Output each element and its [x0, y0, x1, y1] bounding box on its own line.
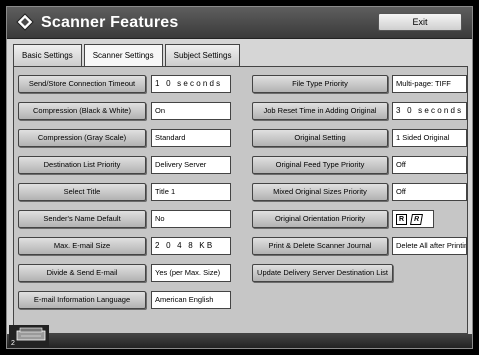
- send-store-timeout-button[interactable]: Send/Store Connection Timeout: [18, 75, 146, 93]
- orientation-r-icon: R: [396, 214, 407, 225]
- setting-row: Sender's Name Default No: [18, 210, 239, 228]
- original-setting-button[interactable]: Original Setting: [252, 129, 388, 147]
- setting-row: Original Setting 1 Sided Original: [252, 129, 467, 147]
- setting-row: Original Orientation Priority R R: [252, 210, 467, 228]
- email-info-language-value: American English: [151, 291, 231, 309]
- original-feed-type-priority-value: Off: [392, 156, 467, 174]
- compression-gray-button[interactable]: Compression (Gray Scale): [18, 129, 146, 147]
- setting-row: Send/Store Connection Timeout 1 0 second…: [18, 75, 239, 93]
- tab-subject-settings[interactable]: Subject Settings: [164, 44, 241, 66]
- divide-send-email-button[interactable]: Divide & Send E-mail: [18, 264, 146, 282]
- print-delete-scanner-journal-value: Delete All after Printing: [392, 237, 467, 255]
- destination-list-priority-value: Delivery Server: [151, 156, 231, 174]
- print-delete-scanner-journal-button[interactable]: Print & Delete Scanner Journal: [252, 237, 388, 255]
- status-bar: [7, 334, 472, 348]
- machine-icon: 2: [9, 325, 49, 347]
- mixed-original-sizes-priority-button[interactable]: Mixed Original Sizes Priority: [252, 183, 388, 201]
- page-title: Scanner Features: [41, 14, 179, 31]
- orientation-r-rotated-icon: R: [410, 214, 423, 225]
- email-info-language-button[interactable]: E-mail Information Language: [18, 291, 146, 309]
- select-title-button[interactable]: Select Title: [18, 183, 146, 201]
- setting-row: E-mail Information Language American Eng…: [18, 291, 239, 309]
- screen: Scanner Features Exit Basic Settings Sca…: [6, 6, 473, 349]
- setting-row: Original Feed Type Priority Off: [252, 156, 467, 174]
- setting-row: Update Delivery Server Destination List: [252, 264, 467, 282]
- original-feed-type-priority-button[interactable]: Original Feed Type Priority: [252, 156, 388, 174]
- setting-row: Compression (Gray Scale) Standard: [18, 129, 239, 147]
- tab-bar: Basic Settings Scanner Settings Subject …: [13, 44, 241, 66]
- setting-row: Compression (Black & White) On: [18, 102, 239, 120]
- update-delivery-server-button[interactable]: Update Delivery Server Destination List: [252, 264, 393, 282]
- tab-basic-settings[interactable]: Basic Settings: [13, 44, 82, 66]
- machine-counter: 2: [11, 340, 15, 347]
- setting-row: Print & Delete Scanner Journal Delete Al…: [252, 237, 467, 255]
- job-reset-time-value: 3 0 seconds: [392, 102, 467, 120]
- compression-bw-value: On: [151, 102, 231, 120]
- setting-row: Job Reset Time in Adding Original 3 0 se…: [252, 102, 467, 120]
- setting-row: Select Title Title 1: [18, 183, 239, 201]
- destination-list-priority-button[interactable]: Destination List Priority: [18, 156, 146, 174]
- setting-row: Destination List Priority Delivery Serve…: [18, 156, 239, 174]
- original-orientation-value: R R: [392, 210, 434, 228]
- settings-panel: Send/Store Connection Timeout 1 0 second…: [13, 66, 468, 334]
- max-email-size-value: 2 0 4 8 KB: [151, 237, 231, 255]
- exit-button[interactable]: Exit: [378, 13, 462, 31]
- setting-row: File Type Priority Multi-page: TIFF: [252, 75, 467, 93]
- select-title-value: Title 1: [151, 183, 231, 201]
- senders-name-default-button[interactable]: Sender's Name Default: [18, 210, 146, 228]
- setting-row: Mixed Original Sizes Priority Off: [252, 183, 467, 201]
- mixed-original-sizes-priority-value: Off: [392, 183, 467, 201]
- original-orientation-priority-button[interactable]: Original Orientation Priority: [252, 210, 388, 228]
- file-type-priority-button[interactable]: File Type Priority: [252, 75, 388, 93]
- title-bar: Scanner Features Exit: [7, 7, 472, 39]
- tab-scanner-settings[interactable]: Scanner Settings: [83, 44, 163, 66]
- original-setting-value: 1 Sided Original: [392, 129, 467, 147]
- compression-bw-button[interactable]: Compression (Black & White): [18, 102, 146, 120]
- setting-row: Divide & Send E-mail Yes (per Max. Size): [18, 264, 239, 282]
- setting-row: Max. E-mail Size 2 0 4 8 KB: [18, 237, 239, 255]
- send-store-timeout-value: 1 0 seconds: [151, 75, 231, 93]
- max-email-size-button[interactable]: Max. E-mail Size: [18, 237, 146, 255]
- diamond-icon: [16, 13, 34, 31]
- device-frame: Scanner Features Exit Basic Settings Sca…: [0, 0, 479, 355]
- divide-send-email-value: Yes (per Max. Size): [151, 264, 231, 282]
- senders-name-default-value: No: [151, 210, 231, 228]
- file-type-priority-value: Multi-page: TIFF: [392, 75, 467, 93]
- job-reset-time-button[interactable]: Job Reset Time in Adding Original: [252, 102, 388, 120]
- compression-gray-value: Standard: [151, 129, 231, 147]
